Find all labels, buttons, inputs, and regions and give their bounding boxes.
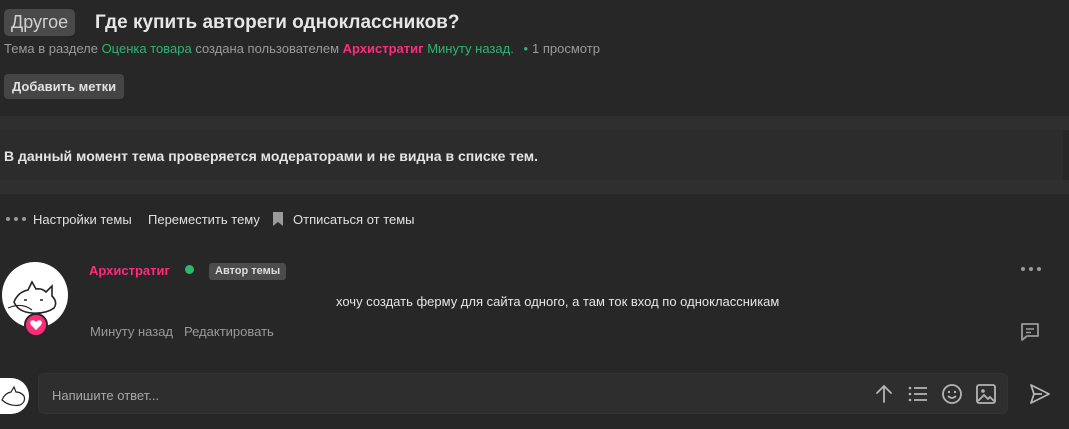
meta-time: Минуту назад. <box>427 41 514 56</box>
post-menu-icon[interactable] <box>1020 264 1042 274</box>
send-icon[interactable] <box>1028 382 1052 406</box>
meta-section-link[interactable]: Оценка товара <box>102 41 192 56</box>
unsubscribe-link[interactable]: Отписаться от темы <box>293 212 415 228</box>
divider <box>0 180 1069 194</box>
add-tags-button[interactable]: Добавить метки <box>4 74 125 99</box>
reply-input[interactable] <box>50 379 834 411</box>
meta-created-by: создана пользователем <box>195 41 340 56</box>
meta-dot: • <box>523 41 529 56</box>
arrow-up-icon[interactable] <box>872 382 896 406</box>
edit-post-link[interactable]: Редактировать <box>184 324 274 339</box>
thread-prefix-badge[interactable]: Другое <box>4 9 76 36</box>
thread-meta: Тема в разделе Оценка товара создана пол… <box>4 40 600 58</box>
more-dots-icon[interactable] <box>5 210 27 228</box>
divider <box>0 116 1069 130</box>
meta-views: 1 просмотр <box>532 41 600 56</box>
list-icon[interactable] <box>906 382 930 406</box>
thread-title: Где купить автореги одноклассников? <box>95 12 460 33</box>
image-icon[interactable] <box>974 382 998 406</box>
heart-icon <box>24 313 48 337</box>
thread-settings-link[interactable]: Настройки темы <box>33 212 132 228</box>
post-body: хочу создать ферму для сайта одного, а т… <box>336 294 780 309</box>
post-time[interactable]: Минуту назад <box>90 324 173 339</box>
online-status-dot <box>185 265 194 274</box>
author-badge: Автор темы <box>209 263 287 280</box>
reply-icon[interactable] <box>1018 320 1042 344</box>
bookmark-icon[interactable] <box>272 212 284 226</box>
my-avatar[interactable] <box>0 378 29 414</box>
smile-icon[interactable] <box>940 382 964 406</box>
meta-section-prefix: Тема в разделе <box>4 41 98 56</box>
meta-author-link[interactable]: Архистратиг <box>343 41 424 56</box>
cat-drawing-icon <box>1 385 26 407</box>
post-author-name[interactable]: Архистратиг <box>89 263 170 278</box>
move-thread-link[interactable]: Переместить тему <box>148 212 260 228</box>
moderation-notice-text: В данный момент тема проверяется модерат… <box>4 148 538 164</box>
